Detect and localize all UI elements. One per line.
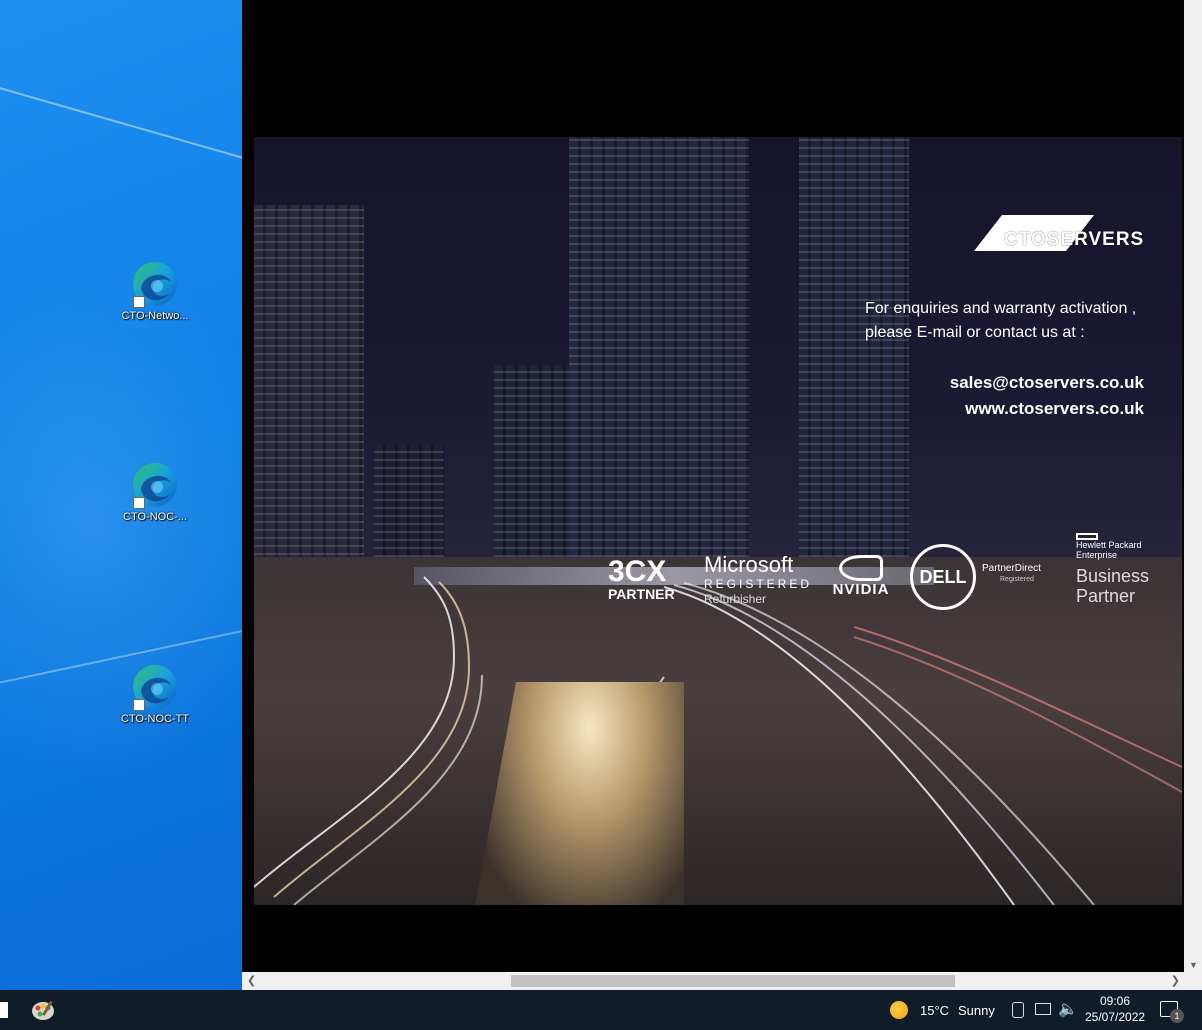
- paint-app-icon[interactable]: [30, 998, 56, 1022]
- contact-details: sales@ctoservers.co.uk www.ctoservers.co…: [950, 370, 1144, 422]
- clock-date: 25/07/2022: [1085, 1010, 1146, 1024]
- dell-partnerdirect-logo: PartnerDirect Registered: [982, 563, 1062, 584]
- weather-sun-icon[interactable]: [890, 1001, 908, 1019]
- nvidia-eye-icon: [839, 555, 883, 581]
- desktop-icon-label: CTO-Netwo...: [121, 310, 189, 322]
- edge-icon: [131, 663, 179, 711]
- clock-time: 09:06: [1099, 994, 1131, 1008]
- horizontal-scrollbar[interactable]: ❮ ❯: [242, 972, 1202, 990]
- enquiry-line: please E-mail or contact us at :: [865, 324, 1085, 341]
- hpe-business-text: Business: [1076, 566, 1150, 586]
- horizontal-scroll-thumb[interactable]: [511, 975, 955, 987]
- weather-condition[interactable]: Sunny: [958, 1003, 995, 1018]
- hpe-enterprise-text: Enterprise: [1076, 550, 1118, 560]
- desktop-icon-label: CTO-NOC-TT: [120, 713, 190, 725]
- hpe-business-partner-logo: Hewlett Packard Enterprise Business Part…: [1076, 533, 1166, 606]
- microsoft-text: Microsoft: [704, 552, 794, 577]
- enquiry-line: For enquiries and warranty activation ,: [865, 300, 1137, 317]
- notification-badge: 1: [1170, 1009, 1184, 1023]
- 3cx-logo-text: 3CX: [608, 555, 667, 588]
- dell-text: DELL: [919, 567, 967, 587]
- task-view-edge-icon[interactable]: [0, 1002, 8, 1018]
- contact-email: sales@ctoservers.co.uk: [949, 373, 1144, 392]
- microsoft-registered-text: REGISTERED: [704, 577, 813, 591]
- weather-temperature[interactable]: 15°C: [920, 1003, 949, 1018]
- microsoft-refurbisher-text: Refurbisher: [704, 592, 767, 606]
- shortcut-arrow-icon: [133, 699, 145, 711]
- scroll-left-icon[interactable]: ❮: [247, 974, 256, 987]
- contact-website: www.ctoservers.co.uk: [965, 399, 1144, 418]
- desktop-icon-label: CTO-NOC-...: [123, 511, 187, 523]
- hpe-partner-text: Partner: [1076, 586, 1136, 606]
- scroll-right-icon[interactable]: ❯: [1171, 974, 1180, 987]
- dell-partnerdirect-text: PartnerDirect: [982, 563, 1041, 574]
- volume-icon[interactable]: 🔈: [1058, 999, 1078, 1019]
- hpe-text: Hewlett Packard: [1076, 540, 1142, 550]
- dell-logo: DELL: [910, 544, 976, 610]
- light-trails: [254, 576, 1182, 905]
- cto-servers-logo-text: CTOSERVERS: [1004, 229, 1145, 250]
- vertical-scrollbar[interactable]: ▼: [1184, 0, 1202, 972]
- scroll-down-icon[interactable]: ▼: [1189, 960, 1198, 970]
- hpe-element-icon: [1076, 533, 1098, 540]
- 3cx-partner-logo: 3CX PARTNER: [608, 555, 688, 602]
- cto-servers-logo: CTOSERVERS: [974, 215, 1156, 251]
- nvidia-text: NVIDIA: [832, 581, 890, 598]
- network-icon[interactable]: [1035, 1003, 1051, 1015]
- desktop-shortcut-cto-noc[interactable]: CTO-NOC-...: [110, 461, 200, 523]
- clock[interactable]: 09:06 25/07/2022: [1085, 993, 1145, 1025]
- enquiry-text: For enquiries and warranty activation , …: [865, 297, 1136, 345]
- 3cx-partner-text: PARTNER: [608, 586, 675, 602]
- edge-icon: [131, 260, 179, 308]
- dell-registered-text: Registered: [1000, 576, 1034, 583]
- microsoft-registered-refurbisher-logo: Microsoft REGISTERED Refurbisher: [704, 553, 814, 607]
- nvidia-logo: NVIDIA: [826, 555, 896, 598]
- edge-icon: [131, 461, 179, 509]
- meet-now-icon[interactable]: [1012, 1002, 1024, 1018]
- desktop-shortcut-cto-noc-tt[interactable]: CTO-NOC-TT: [110, 663, 200, 725]
- image-viewer-window[interactable]: CTOSERVERS For enquiries and warranty ac…: [242, 0, 1202, 990]
- shortcut-arrow-icon: [133, 497, 145, 509]
- taskbar: 15°C Sunny 🔈 09:06 25/07/2022 1: [0, 990, 1202, 1030]
- cto-servers-banner-image: CTOSERVERS For enquiries and warranty ac…: [254, 137, 1182, 905]
- desktop-shortcut-cto-network[interactable]: CTO-Netwo...: [110, 260, 200, 322]
- shortcut-arrow-icon: [133, 296, 145, 308]
